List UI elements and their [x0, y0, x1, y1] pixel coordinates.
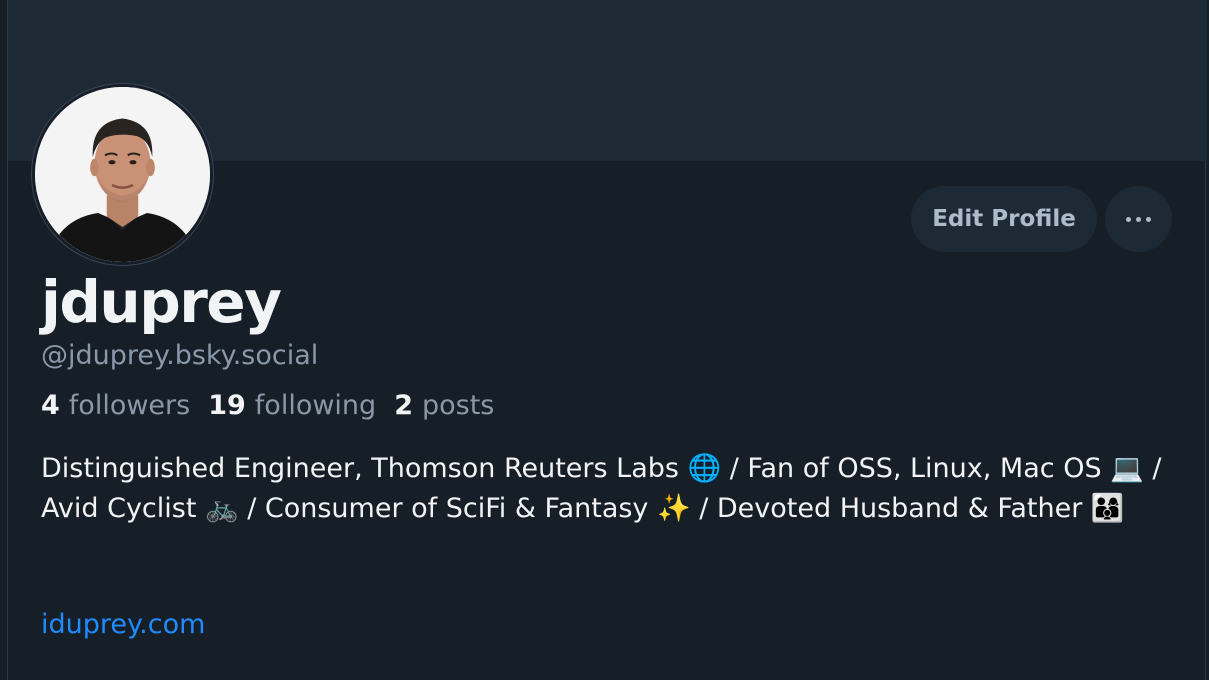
profile-handle: @jduprey.bsky.social — [41, 340, 319, 371]
following-stat[interactable]: 19 following — [208, 390, 376, 421]
profile-display-name: jduprey — [41, 268, 282, 336]
following-count: 19 — [208, 390, 246, 421]
profile-page: Edit Profile jduprey @jduprey.bsky.socia… — [7, 0, 1207, 680]
posts-label: posts — [421, 390, 495, 421]
profile-bio: Distinguished Engineer, Thomson Reuters … — [41, 453, 1162, 524]
more-horizontal-icon — [1146, 216, 1151, 222]
profile-stats: 4 followers 19 following 2 posts — [41, 390, 494, 421]
followers-label: followers — [68, 390, 191, 421]
more-options-button[interactable] — [1105, 186, 1172, 252]
more-horizontal-icon — [1126, 216, 1131, 222]
avatar-photo — [35, 87, 210, 262]
posts-stat: 2 posts — [394, 390, 494, 421]
following-label: following — [254, 390, 377, 421]
more-horizontal-icon — [1136, 216, 1141, 222]
followers-stat[interactable]: 4 followers — [41, 390, 190, 421]
edit-profile-button[interactable]: Edit Profile — [911, 186, 1097, 252]
posts-count: 2 — [394, 390, 413, 421]
profile-website-link[interactable]: iduprey.com — [41, 609, 205, 640]
followers-count: 4 — [41, 390, 60, 421]
profile-avatar[interactable] — [32, 84, 213, 265]
